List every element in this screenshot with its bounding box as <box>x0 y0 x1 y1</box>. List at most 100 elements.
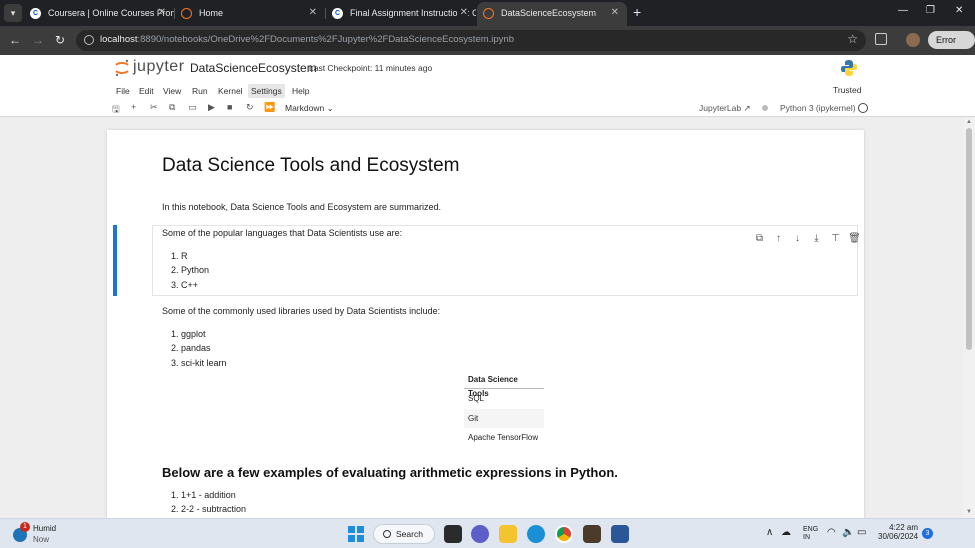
tab-title: Home <box>199 8 224 18</box>
reload-icon[interactable]: ↻ <box>55 33 65 47</box>
menu-edit[interactable]: Edit <box>136 84 157 98</box>
split-cell-icon[interactable]: ⊤ <box>826 233 845 244</box>
list-item: 1. ggplot <box>171 329 206 339</box>
tab-home[interactable]: Home ✕ <box>175 2 325 26</box>
cell-toolbar: ⧉ ↑ ↓ ⤓ ⊤ 🗑 <box>750 228 864 246</box>
battery-icon[interactable]: ▭ <box>857 527 866 538</box>
close-icon[interactable]: ✕ <box>456 2 468 24</box>
close-icon[interactable]: ✕ <box>158 2 166 24</box>
chrome-icon[interactable] <box>555 525 573 543</box>
interrupt-kernel-icon[interactable]: ■ <box>227 102 232 112</box>
notebook-scrollbar[interactable]: ▲ ▼ <box>963 118 975 518</box>
time: 4:22 am <box>889 523 918 532</box>
app-icon[interactable] <box>583 525 601 543</box>
notebook-title[interactable]: DataScienceEcosystem <box>190 61 317 75</box>
scroll-up-icon[interactable]: ▲ <box>966 119 972 125</box>
back-arrow-icon[interactable]: ← <box>9 33 21 47</box>
taskbar: 1 Humid Now Search ∧ ☁ ENG IN ◠ 🔈 ▭ 4:22 … <box>0 518 975 548</box>
browser-tab-bar: ▾ C Coursera | Online Courses Fron ✕ Hom… <box>0 0 975 26</box>
volume-icon[interactable]: 🔈 <box>842 527 854 538</box>
scroll-thumb[interactable] <box>966 128 972 350</box>
notebook-area: Data Science Tools and Ecosystem In this… <box>0 118 963 518</box>
minimize-icon[interactable]: — <box>898 5 908 16</box>
duplicate-cell-icon[interactable]: ⧉ <box>750 233 769 244</box>
search-icon <box>383 530 391 538</box>
libraries-list: 1. ggplot 2. pandas 3. sci-kit learn <box>171 329 227 372</box>
taskbar-search[interactable]: Search <box>373 524 435 544</box>
bookmark-star-icon[interactable]: ☆ <box>847 32 858 46</box>
trusted-indicator[interactable]: Trusted <box>833 85 862 95</box>
run-cell-icon[interactable]: ▶ <box>208 102 215 113</box>
tab-final-assignment[interactable]: C Final Assignment Instructions: C ✕ <box>326 2 476 26</box>
external-link-icon: ↗ <box>743 103 751 113</box>
tab-title: DataScienceEcosystem <box>501 8 597 18</box>
insert-cell-plus-icon[interactable]: + <box>131 102 136 112</box>
restart-kernel-icon[interactable]: ↻ <box>246 102 254 113</box>
list-item: 2. Python <box>171 265 210 276</box>
active-cell-indicator <box>113 225 117 296</box>
weather-title[interactable]: Humid <box>33 524 56 533</box>
search-label: Search <box>396 529 423 539</box>
onedrive-cloud-icon[interactable]: ☁ <box>781 527 791 538</box>
url-text[interactable]: localhost:8890/notebooks/OneDrive%2FDocu… <box>100 34 514 45</box>
restore-icon[interactable]: ❐ <box>926 5 935 16</box>
languages-heading: Some of the popular languages that Data … <box>162 228 403 238</box>
coursera-icon: C <box>30 8 41 19</box>
notification-badge[interactable]: 3 <box>922 528 933 539</box>
menu-file[interactable]: File <box>113 84 133 98</box>
task-view-icon[interactable] <box>444 525 462 543</box>
jupyterlab-link[interactable]: JupyterLab ↗ <box>699 103 751 114</box>
list-item: 1. R <box>171 251 188 261</box>
new-tab-plus-icon[interactable]: + <box>633 4 641 20</box>
address-toolbar: ← → ↻ localhost:8890/notebooks/OneDrive%… <box>0 26 975 63</box>
move-up-icon[interactable]: ↑ <box>769 233 788 244</box>
clock[interactable]: 4:22 am 30/06/2024 <box>878 523 918 541</box>
tab-coursera[interactable]: C Coursera | Online Courses Fron ✕ <box>24 2 174 26</box>
jupyter-logo-text[interactable]: jupyter <box>133 58 185 76</box>
weather-subtitle[interactable]: Now <box>33 535 49 544</box>
word-icon[interactable] <box>611 525 629 543</box>
kernel-name[interactable]: Python 3 (ipykernel) <box>780 103 856 113</box>
forward-arrow-icon[interactable]: → <box>32 33 44 47</box>
menu-run[interactable]: Run <box>189 84 211 98</box>
coursera-icon: C <box>332 8 343 19</box>
extensions-icon[interactable] <box>875 33 887 45</box>
file-explorer-icon[interactable] <box>499 525 517 543</box>
chevron-up-icon[interactable]: ∧ <box>766 527 773 538</box>
menu-view[interactable]: View <box>160 84 184 98</box>
kernel-settings-icon[interactable] <box>762 105 768 111</box>
notebook-page: Data Science Tools and Ecosystem In this… <box>107 130 864 518</box>
scroll-down-icon[interactable]: ▼ <box>966 509 972 515</box>
site-info-icon[interactable] <box>84 35 94 45</box>
cell-type-select[interactable]: Markdown ⌄ <box>285 103 334 114</box>
wifi-icon[interactable]: ◠ <box>827 527 836 538</box>
edge-icon[interactable] <box>527 525 545 543</box>
languages-list: 1. R 2. Python 3. C++ <box>171 251 209 294</box>
close-icon[interactable]: ✕ <box>309 2 317 24</box>
url-bar[interactable]: localhost:8890/notebooks/OneDrive%2FDocu… <box>76 30 866 51</box>
restart-run-all-icon[interactable]: ⏩ <box>264 102 275 113</box>
menu-kernel[interactable]: Kernel <box>215 84 246 98</box>
notebook-toolbar: 🖫 + ✂ ⧉ ▭ ▶ ■ ↻ ⏩ Markdown ⌄ JupyterLab … <box>0 100 975 117</box>
tab-search-chevron-icon[interactable]: ▾ <box>4 4 22 22</box>
arithmetic-list: 1. 1+1 - addition 2. 2-2 - subtraction <box>171 490 246 518</box>
language-indicator[interactable]: ENG IN <box>803 526 818 542</box>
profile-error-button[interactable]: Error ⋮ <box>928 31 975 63</box>
delete-cell-icon[interactable]: 🗑 <box>845 233 864 244</box>
insert-below-icon[interactable]: ⤓ <box>807 233 826 244</box>
save-icon[interactable]: 🖫 <box>112 102 120 118</box>
copy-icon[interactable]: ⧉ <box>169 102 175 113</box>
teams-icon[interactable] <box>471 525 489 543</box>
windows-start-icon[interactable] <box>348 526 364 542</box>
profile-avatar[interactable] <box>906 33 920 47</box>
cut-icon[interactable]: ✂ <box>150 102 158 113</box>
window-close-icon[interactable]: ✕ <box>955 5 963 16</box>
close-icon[interactable]: ✕ <box>611 2 619 24</box>
menu-help[interactable]: Help <box>289 84 312 98</box>
menu-settings[interactable]: Settings <box>248 84 285 98</box>
tab-datascienceecosystem[interactable]: DataScienceEcosystem ✕ <box>477 2 627 26</box>
move-down-icon[interactable]: ↓ <box>788 233 807 244</box>
paste-icon[interactable]: ▭ <box>188 102 197 113</box>
jupyter-logo-icon[interactable] <box>114 59 130 77</box>
list-item: 1. 1+1 - addition <box>171 490 236 500</box>
